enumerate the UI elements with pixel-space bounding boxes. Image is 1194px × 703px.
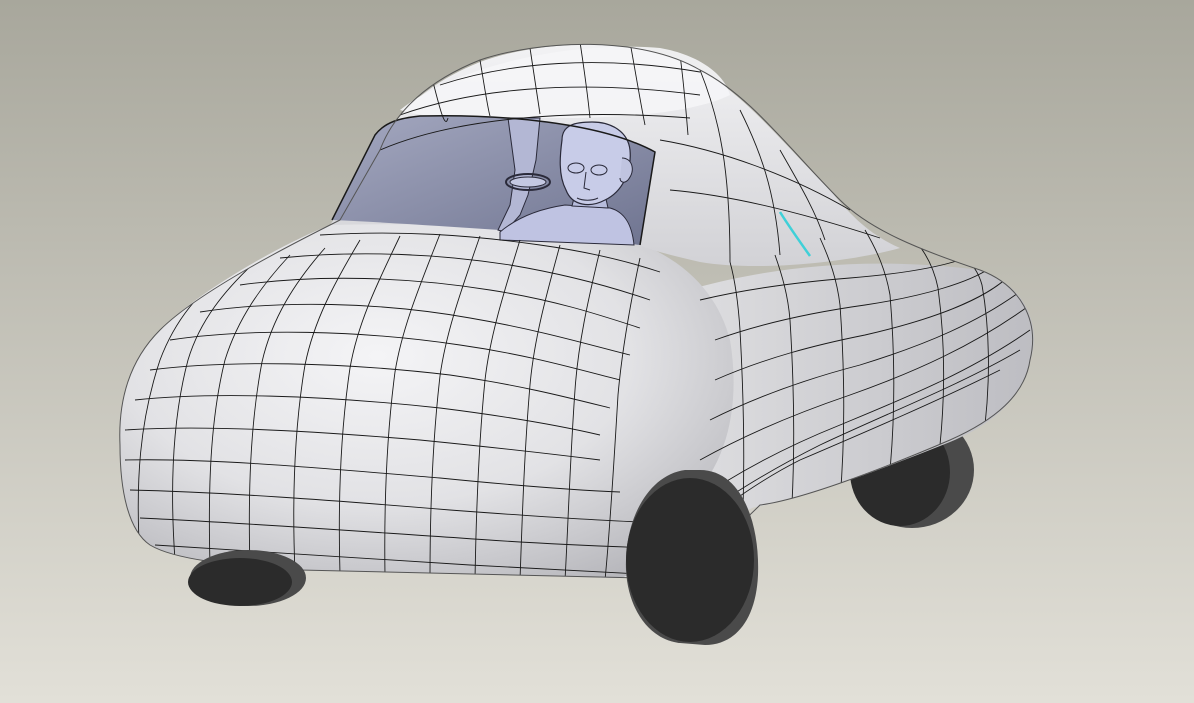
cad-viewport[interactable] — [0, 0, 1194, 703]
car-model-scene[interactable] — [0, 0, 1194, 703]
front-right-wheel[interactable] — [625, 470, 759, 645]
